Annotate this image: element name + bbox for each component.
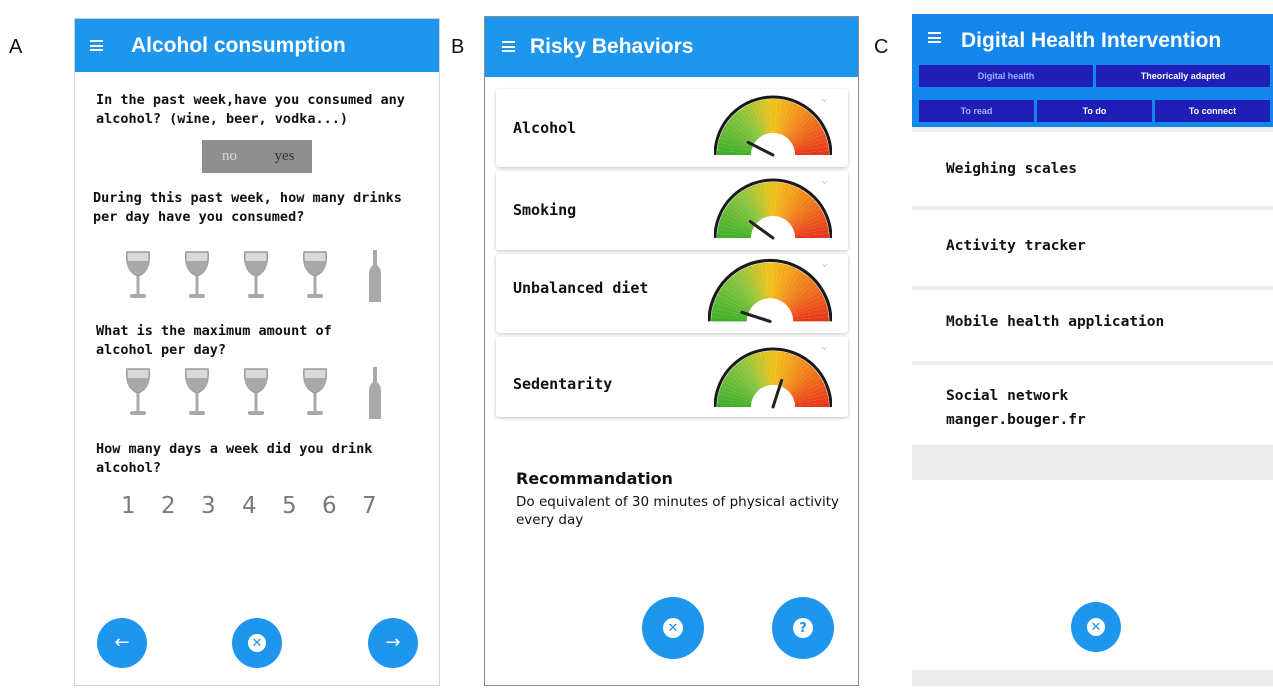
risky-behaviors-screen: Risky Behaviors Alcohol ⌄ Smoking ⌄ Unba… [484,16,859,686]
digital-health-intervention-screen: Digital Health Intervention Digital heal… [912,14,1273,686]
gauge-icon [714,95,832,157]
back-arrow-icon: ← [114,632,130,653]
behavior-card-alcohol[interactable]: Alcohol ⌄ [496,89,848,167]
close-button[interactable]: ✕ [1071,602,1121,652]
wine-glass-icon[interactable] [241,249,271,304]
list-item-label: Social network [946,388,1069,404]
alcohol-consumption-screen: Alcohol consumption In the past week,hav… [74,18,440,686]
yes-no-toggle[interactable]: no yes [202,140,312,173]
close-icon: ✕ [248,634,266,652]
help-button[interactable]: ? [772,597,834,659]
list-item-weighing-scales[interactable]: Weighing scales [912,132,1273,206]
app-bar: Digital Health Intervention Digital heal… [912,14,1273,127]
day-option[interactable]: 2 [161,493,176,519]
page-title: Digital Health Intervention [961,29,1222,52]
wine-glass-icon[interactable] [182,366,212,421]
behavior-card-unbalanced-diet[interactable]: Unbalanced diet ⌄ [496,254,848,333]
wine-glass-icon[interactable] [300,366,330,421]
help-icon: ? [793,618,813,638]
close-icon: ✕ [1087,618,1105,636]
list-item-label: Mobile health application [946,314,1165,330]
list-item-sublabel: manger.bouger.fr [946,412,1086,428]
day-option[interactable]: 4 [242,493,257,519]
next-button[interactable]: → [368,618,418,668]
toggle-option-no[interactable]: no [202,140,257,173]
behavior-label: Unbalanced diet [513,279,649,297]
close-icon: ✕ [663,618,683,638]
app-bar: Risky Behaviors [485,17,858,77]
app-bar: Alcohol consumption [75,19,439,72]
recommendation-title: Recommandation [516,469,673,488]
back-button[interactable]: ← [97,618,147,668]
wine-glass-icon[interactable] [182,249,212,304]
day-option[interactable]: 6 [322,493,337,519]
gauge-icon [714,178,832,240]
behavior-label: Sedentarity [513,375,613,393]
list-item-social-network[interactable]: Social network manger.bouger.fr [912,365,1273,445]
page-title: Risky Behaviors [530,35,694,58]
question-days-per-week: How many days a week did you drink alcoh… [96,441,373,476]
menu-icon[interactable] [502,41,515,52]
close-button[interactable]: ✕ [642,597,704,659]
menu-icon[interactable] [90,40,103,51]
day-option[interactable]: 7 [362,493,377,519]
toggle-option-yes[interactable]: yes [257,140,312,173]
forward-arrow-icon: → [385,632,401,653]
tab-to-do[interactable]: To do [1037,100,1152,122]
wine-glass-icon[interactable] [123,366,153,421]
question-consumed-alcohol: In the past week,have you consumed any a… [96,92,405,127]
menu-icon[interactable] [928,32,941,43]
wine-glass-icon[interactable] [123,249,153,304]
list-item-label: Weighing scales [946,161,1077,177]
behavior-card-smoking[interactable]: Smoking ⌄ [496,171,848,250]
max-per-day-selector [123,366,393,421]
tab-theorically-adapted[interactable]: Theorically adapted [1096,65,1270,87]
day-option[interactable]: 1 [121,493,136,519]
tab-to-read[interactable]: To read [919,100,1034,122]
panel-label-c: C [874,36,889,58]
behavior-card-sedentarity[interactable]: Sedentarity ⌄ [496,337,848,417]
behavior-label: Smoking [513,201,577,219]
recommendation-text: Do equivalent of 30 minutes of physical … [516,494,839,528]
tab-digital-health[interactable]: Digital health [919,65,1093,87]
action-tabs: To read To do To connect [919,100,1273,122]
behavior-label: Alcohol [513,119,577,137]
gauge-icon [714,347,832,409]
wine-glass-icon[interactable] [241,366,271,421]
panel-label-a: A [9,36,23,58]
page-title: Alcohol consumption [131,34,346,57]
gauge-icon [708,258,832,323]
tab-to-connect[interactable]: To connect [1155,100,1270,122]
list-item-label: Activity tracker [946,238,1086,254]
wine-glass-icon[interactable] [300,249,330,304]
day-option[interactable]: 5 [282,493,297,519]
question-drinks-per-day: During this past week, how many drinks p… [93,190,402,225]
list-item-activity-tracker[interactable]: Activity tracker [912,210,1273,286]
list-item-mobile-health-app[interactable]: Mobile health application [912,290,1273,361]
bottle-icon[interactable] [367,249,383,304]
question-max-per-day: What is the maximum amount of alcohol pe… [96,323,332,358]
bottle-icon[interactable] [367,366,383,421]
category-tabs: Digital health Theorically adapted [919,65,1273,87]
panel-label-b: B [451,36,465,58]
day-option[interactable]: 3 [201,493,216,519]
drinks-per-day-selector [123,249,393,304]
close-button[interactable]: ✕ [232,618,282,668]
